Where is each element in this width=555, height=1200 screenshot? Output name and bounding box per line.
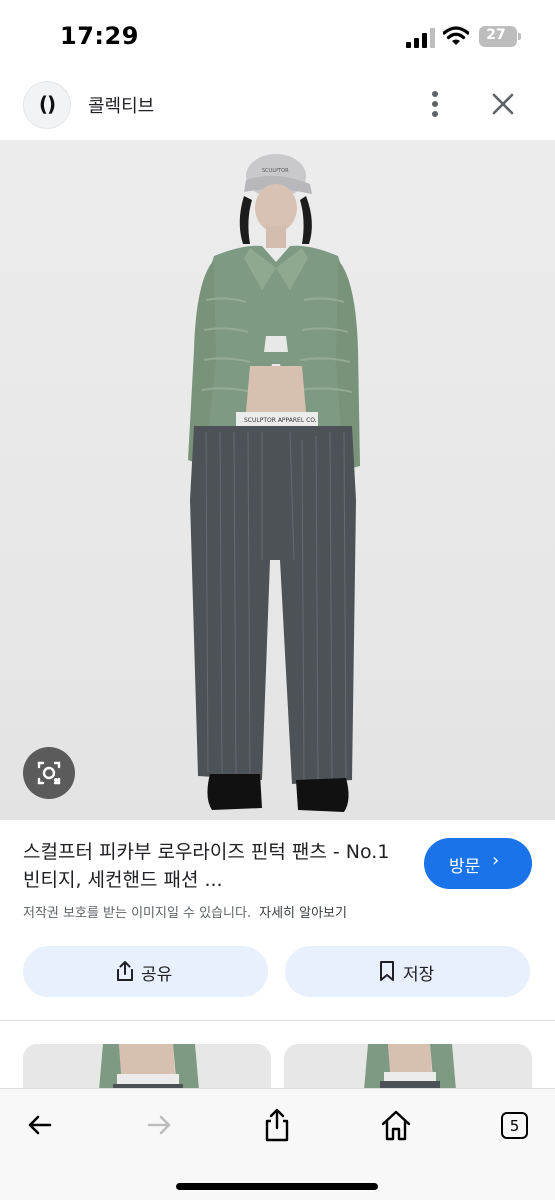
related-image[interactable] [284, 1044, 532, 1090]
related-image[interactable] [23, 1044, 271, 1090]
wifi-icon [443, 26, 469, 45]
share-label: 공유 [141, 965, 173, 985]
status-time: 17:29 [60, 22, 139, 50]
status-bar: 17:29 27 [0, 0, 555, 70]
product-image[interactable]: SCULPTOR SCULPTOR APPAREL CO. [0, 140, 555, 820]
copyright-text: 저작권 보호를 받는 이미지일 수 있습니다. [23, 906, 252, 921]
home-icon[interactable] [378, 1107, 414, 1143]
browser-toolbar: 5 [0, 1088, 555, 1200]
visual-search-button[interactable] [23, 747, 75, 799]
site-logo[interactable]: () [23, 81, 71, 129]
bookmark-icon [380, 961, 394, 981]
battery-tip [518, 33, 521, 40]
tabs-button[interactable]: 5 [497, 1107, 533, 1143]
product-title[interactable]: 스컬프터 피카부 로우라이즈 핀턱 팬츠 - No.1 빈티지, 세컨핸드 패션… [23, 838, 403, 894]
battery-level: 27 [486, 27, 506, 43]
lens-result-header: () 콜렉티브 [0, 70, 555, 140]
forward-arrow-icon[interactable] [141, 1107, 177, 1143]
more-options-button[interactable] [418, 84, 452, 124]
learn-more-link[interactable]: 자세히 알아보기 [259, 906, 347, 921]
visit-button[interactable]: 방문 › [424, 838, 532, 889]
site-logo-text: () [38, 92, 56, 116]
copyright-notice: 저작권 보호를 받는 이미지일 수 있습니다. 자세히 알아보기 [23, 902, 347, 921]
battery-icon: 27 [479, 26, 517, 47]
share-icon [117, 961, 133, 981]
model-photo: SCULPTOR SCULPTOR APPAREL CO. [188, 154, 360, 812]
visit-label: 방문 [449, 857, 481, 877]
back-arrow-icon[interactable] [22, 1107, 58, 1143]
section-divider [0, 1020, 555, 1021]
camera-lens-icon [37, 761, 61, 785]
tabs-count: 5 [509, 1117, 520, 1135]
more-vertical-icon [432, 91, 438, 97]
site-name[interactable]: 콜렉티브 [88, 92, 154, 118]
save-button[interactable]: 저장 [285, 946, 530, 997]
tabs-icon: 5 [501, 1112, 528, 1139]
save-label: 저장 [403, 965, 435, 985]
home-indicator [176, 1183, 378, 1190]
cap-logo-text: SCULPTOR [262, 168, 289, 174]
share-button[interactable]: 공유 [23, 946, 268, 997]
close-icon[interactable] [486, 87, 520, 121]
cellular-signal-icon [406, 28, 435, 48]
waistband-text: SCULPTOR APPAREL CO. [244, 417, 317, 424]
share-icon[interactable] [259, 1107, 295, 1143]
chevron-right-icon: › [492, 850, 500, 871]
